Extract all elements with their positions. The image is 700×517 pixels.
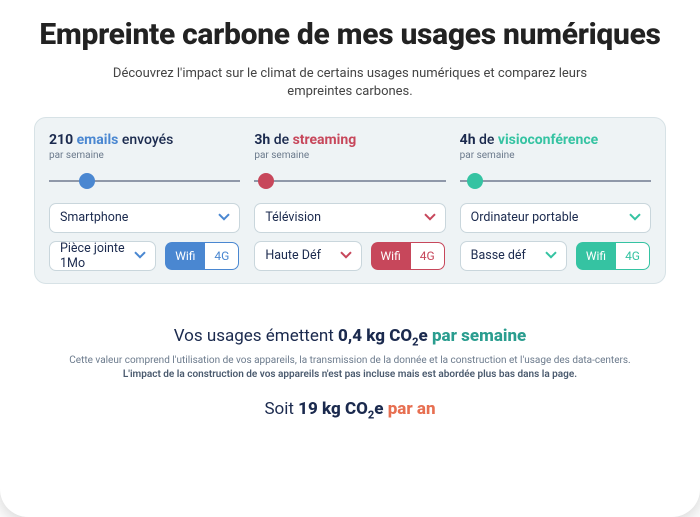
visio-column: 4h de visioconférence par semaine Ordina… bbox=[460, 132, 651, 271]
result-year-prefix: Soit bbox=[264, 399, 293, 419]
result-week-value: 0,4 kg CO bbox=[338, 326, 412, 346]
streaming-quality-select[interactable]: Haute Déf bbox=[254, 241, 361, 271]
result-year-period: par an bbox=[388, 399, 436, 419]
result-week-unit-suffix: e bbox=[419, 326, 428, 346]
emails-slider[interactable] bbox=[49, 171, 240, 191]
emails-4g-option[interactable]: 4G bbox=[204, 242, 239, 270]
chevron-down-icon bbox=[218, 213, 230, 221]
chevron-down-icon bbox=[424, 213, 436, 221]
disclaimer-line2: L'impact de la construction de vos appar… bbox=[123, 369, 577, 380]
emails-word: emails bbox=[77, 132, 119, 148]
emails-title: 210 emails envoyés bbox=[49, 132, 240, 148]
page-title: Empreinte carbone de mes usages numériqu… bbox=[34, 18, 666, 53]
emails-per-week: par semaine bbox=[49, 150, 240, 161]
result-week-period: par semaine bbox=[432, 326, 526, 346]
chevron-down-icon bbox=[340, 251, 352, 259]
emails-count: 210 bbox=[49, 132, 73, 148]
streaming-column: 3h de streaming par semaine Télévision H… bbox=[254, 132, 445, 271]
disclaimer: Cette valeur comprend l'utilisation de v… bbox=[34, 354, 666, 381]
streaming-slider-thumb[interactable] bbox=[258, 173, 274, 189]
visio-prefix: de bbox=[479, 132, 494, 148]
chevron-down-icon bbox=[134, 251, 146, 259]
result-year-unit-suffix: e bbox=[374, 399, 383, 419]
disclaimer-line1: Cette valeur comprend l'utilisation de v… bbox=[69, 355, 630, 366]
visio-slider[interactable] bbox=[460, 171, 651, 191]
visio-device-value: Ordinateur portable bbox=[471, 210, 579, 225]
chevron-down-icon bbox=[545, 251, 557, 259]
result-week-prefix: Vos usages émettent bbox=[174, 326, 334, 346]
streaming-device-value: Télévision bbox=[265, 210, 321, 225]
visio-wifi-option[interactable]: Wifi bbox=[576, 242, 615, 270]
streaming-4g-option[interactable]: 4G bbox=[410, 242, 445, 270]
emails-attachment-select[interactable]: Pièce jointe 1Mo bbox=[49, 241, 156, 271]
controls-panel: 210 emails envoyés par semaine Smartphon… bbox=[34, 117, 666, 284]
emails-slider-thumb[interactable] bbox=[79, 173, 95, 189]
visio-slider-thumb[interactable] bbox=[467, 173, 483, 189]
streaming-title: 3h de streaming bbox=[254, 132, 445, 148]
emails-attachment-value: Pièce jointe 1Mo bbox=[60, 241, 127, 271]
emails-column: 210 emails envoyés par semaine Smartphon… bbox=[49, 132, 240, 271]
streaming-network-toggle[interactable]: Wifi 4G bbox=[370, 241, 446, 271]
visio-title: 4h de visioconférence bbox=[460, 132, 651, 148]
streaming-prefix: de bbox=[274, 132, 289, 148]
visio-device-select[interactable]: Ordinateur portable bbox=[460, 203, 651, 233]
main-card: Empreinte carbone de mes usages numériqu… bbox=[0, 0, 700, 517]
streaming-count: 3h bbox=[254, 132, 270, 148]
result-per-year: Soit 19 kg CO2e par an bbox=[34, 399, 666, 421]
emails-suffix: envoyés bbox=[122, 132, 173, 148]
streaming-per-week: par semaine bbox=[254, 150, 445, 161]
streaming-slider[interactable] bbox=[254, 171, 445, 191]
streaming-device-select[interactable]: Télévision bbox=[254, 203, 445, 233]
streaming-quality-value: Haute Déf bbox=[265, 248, 321, 263]
streaming-word: streaming bbox=[293, 132, 357, 148]
chevron-down-icon bbox=[629, 213, 641, 221]
emails-network-toggle[interactable]: Wifi 4G bbox=[164, 241, 240, 271]
visio-per-week: par semaine bbox=[460, 150, 651, 161]
page-subtitle: Découvrez l'impact sur le climat de cert… bbox=[90, 65, 610, 101]
visio-quality-select[interactable]: Basse déf bbox=[460, 241, 567, 271]
visio-quality-value: Basse déf bbox=[471, 248, 526, 263]
emails-wifi-option[interactable]: Wifi bbox=[165, 242, 204, 270]
emails-device-value: Smartphone bbox=[60, 210, 128, 225]
streaming-wifi-option[interactable]: Wifi bbox=[371, 242, 410, 270]
visio-count: 4h bbox=[460, 132, 476, 148]
visio-word: visioconférence bbox=[498, 132, 598, 148]
emails-device-select[interactable]: Smartphone bbox=[49, 203, 240, 233]
result-per-week: Vos usages émettent 0,4 kg CO2e par sema… bbox=[34, 326, 666, 348]
visio-4g-option[interactable]: 4G bbox=[615, 242, 650, 270]
result-year-value: 19 kg CO bbox=[298, 399, 368, 419]
visio-network-toggle[interactable]: Wifi 4G bbox=[575, 241, 651, 271]
